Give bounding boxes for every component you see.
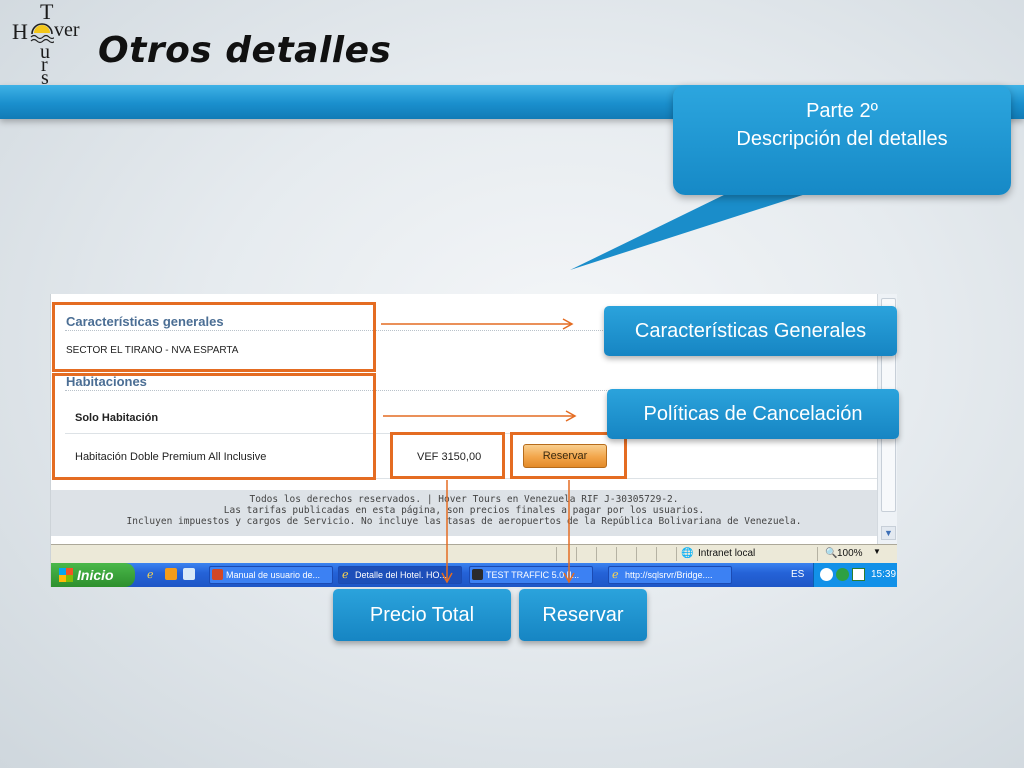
label-precio-total: Precio Total: [333, 589, 511, 641]
label-reservar: Reservar: [519, 589, 647, 641]
label-caracteristicas: Características Generales: [604, 306, 897, 356]
label-politicas: Políticas de Cancelación: [607, 389, 899, 439]
arrows: [381, 318, 577, 584]
